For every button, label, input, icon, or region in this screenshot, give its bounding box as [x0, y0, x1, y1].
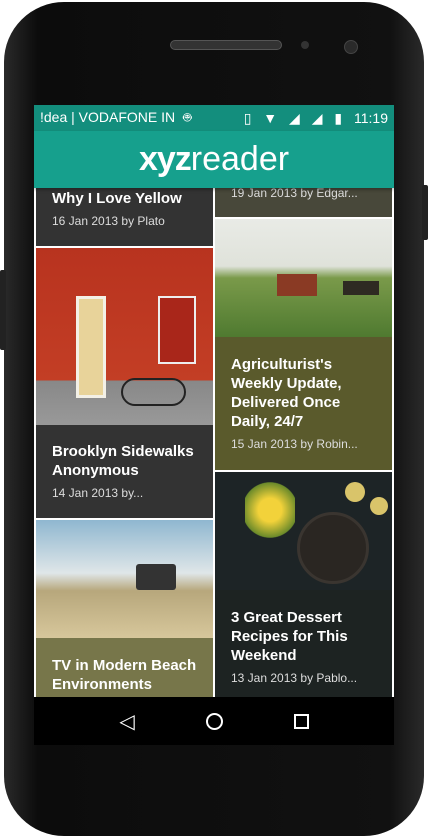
article-image-desserts[interactable] [215, 472, 392, 590]
carrier-text: !dea | VODAFONE IN [40, 109, 176, 125]
article-title: Brooklyn Sidewalks Anonymous [52, 443, 194, 479]
article-card[interactable]: Agriculturist's Weekly Update, Delivered… [215, 337, 392, 470]
volume-button[interactable] [0, 270, 6, 350]
navigation-bar: ◁ [34, 697, 394, 745]
home-icon[interactable] [205, 712, 223, 730]
article-meta: 13 Jan 2013 by Pablo... [231, 671, 358, 685]
article-meta: 19 Jan 2013 by Edgar... [231, 188, 358, 200]
clock: 11:19 [354, 109, 388, 126]
article-title: 3 Great Dessert Recipes for This Weekend [231, 609, 348, 664]
toolbar: xyzreader [34, 131, 394, 188]
article-meta: 16 Jan 2013 by Plato [52, 214, 165, 228]
article-image-farm[interactable] [215, 219, 392, 337]
signal-icon: ◢ [289, 109, 300, 126]
status-bar: !dea | VODAFONE IN 🤖︎ ▯ ▼ ◢ ◢ ▮ 11:19 [34, 105, 394, 131]
sensor [301, 41, 309, 49]
front-camera [344, 40, 358, 54]
power-button[interactable] [422, 185, 428, 240]
app-logo: xyzreader [138, 140, 290, 178]
article-grid[interactable]: Why I Love Yellow 16 Jan 2013 by Plato B… [34, 188, 394, 697]
article-title: Agriculturist's Weekly Update, Delivered… [231, 356, 342, 430]
back-icon[interactable]: ◁ [119, 709, 134, 734]
article-image-brick-wall[interactable] [36, 248, 213, 425]
article-card[interactable]: 3 Great Dessert Recipes for This Weekend… [215, 590, 392, 697]
article-image-beach-tv[interactable] [36, 520, 213, 638]
vibrate-icon: ▯ [243, 109, 252, 126]
article-card[interactable]: TV in Modern Beach Environments [36, 638, 213, 697]
speaker [170, 40, 282, 50]
screen: !dea | VODAFONE IN 🤖︎ ▯ ▼ ◢ ◢ ▮ 11:19 xyz… [34, 105, 394, 745]
roaming-signal-icon: ◢ [311, 109, 323, 126]
article-title: Why I Love Yellow [52, 190, 182, 207]
article-meta: 14 Jan 2013 by... [52, 486, 144, 500]
battery-charging-icon: ▮ [334, 109, 343, 126]
article-meta: 15 Jan 2013 by Robin... [231, 437, 358, 451]
article-card[interactable]: Why I Love Yellow 16 Jan 2013 by Plato [36, 188, 213, 246]
wifi-icon: ▼ [263, 109, 278, 126]
article-card[interactable]: 19 Jan 2013 by Edgar... [215, 188, 392, 217]
article-title: TV in Modern Beach Environments [52, 657, 197, 693]
android-icon: 🤖︎ [183, 109, 192, 125]
article-card[interactable]: Brooklyn Sidewalks Anonymous 14 Jan 2013… [36, 425, 213, 518]
recents-icon[interactable] [293, 713, 309, 729]
